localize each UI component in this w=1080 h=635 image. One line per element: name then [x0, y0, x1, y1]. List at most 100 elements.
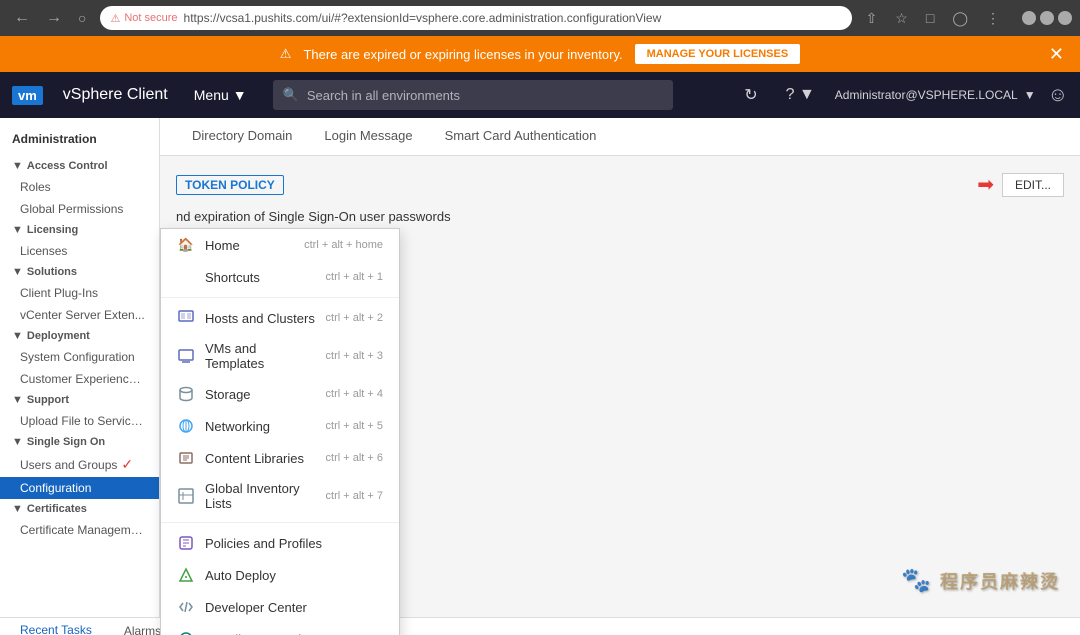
menu-item-networking[interactable]: Networking ctrl + alt + 5	[161, 410, 399, 442]
menu-chevron: ▼	[233, 87, 247, 103]
home-icon: 🏠	[177, 236, 195, 254]
password-desc: nd expiration of Single Sign-On user pas…	[176, 209, 1064, 224]
hosts-icon	[177, 309, 195, 327]
menu-item-policies[interactable]: Policies and Profiles	[161, 527, 399, 559]
sidebar-group-title-support[interactable]: ▼ Support	[0, 390, 159, 410]
triangle-icon-deployment: ▼	[12, 330, 23, 342]
search-bar[interactable]: 🔍	[273, 80, 673, 110]
sidebar-group-support: ▼ Support Upload File to Service...	[0, 390, 159, 432]
triangle-icon-sso: ▼	[12, 436, 23, 448]
sidebar-top-title: Administration	[0, 126, 159, 148]
sidebar-item-roles[interactable]: Roles	[0, 176, 159, 198]
menu-item-home[interactable]: 🏠 Home ctrl + alt + home	[161, 229, 399, 261]
warning-icon: ⚠	[110, 12, 120, 25]
sidebar-group-licensing: ▼ Licensing Licenses	[0, 220, 159, 262]
sidebar-item-cert-mgmt[interactable]: Certificate Manageme...	[0, 519, 159, 541]
sidebar-group-sso: ▼ Single Sign On Users and Groups ✓ Conf…	[0, 432, 159, 499]
users-groups-arrow: ✓	[121, 456, 133, 473]
menu-item-global-inventory[interactable]: Global Inventory Lists ctrl + alt + 7	[161, 474, 399, 518]
app-container: ← → ○ ⚠ Not secure https://vcsa1.pushits…	[0, 0, 1080, 635]
menu-item-developer[interactable]: Developer Center	[161, 591, 399, 623]
tab-smart-card[interactable]: Smart Card Authentication	[429, 118, 613, 155]
menu-item-home-label: Home	[205, 238, 294, 253]
menu-item-vms-shortcut: ctrl + alt + 3	[326, 350, 383, 362]
maximize-button[interactable]	[1040, 11, 1054, 25]
sidebar-item-users-groups[interactable]: Users and Groups ✓	[0, 452, 159, 477]
menu-label: Menu	[194, 87, 229, 103]
tab-login-message[interactable]: Login Message	[308, 118, 428, 155]
sidebar-item-configuration[interactable]: Configuration	[0, 477, 159, 499]
sidebar-item-upload-file[interactable]: Upload File to Service...	[0, 410, 159, 432]
menu-item-vrealize[interactable]: vRealize Operations	[161, 623, 399, 635]
content-tabs: Directory Domain Login Message Smart Car…	[160, 118, 1080, 156]
developer-icon	[177, 598, 195, 616]
app-title: vSphere Client	[63, 86, 168, 104]
sidebar-item-global-permissions[interactable]: Global Permissions	[0, 198, 159, 220]
menu-item-auto-deploy-label: Auto Deploy	[205, 568, 383, 583]
header-actions: ↻ ? ▼ Administrator@VSPHERE.LOCAL ▼ ☺	[736, 81, 1068, 109]
menu-item-developer-label: Developer Center	[205, 600, 383, 615]
shortcuts-icon	[177, 268, 195, 286]
content-icon	[177, 449, 195, 467]
menu-button[interactable]: Menu ▼	[184, 81, 257, 109]
manage-licenses-button[interactable]: MANAGE YOUR LICENSES	[635, 44, 801, 64]
back-button[interactable]: ←	[8, 7, 36, 29]
sidebar-group-title-licensing[interactable]: ▼ Licensing	[0, 220, 159, 240]
close-button[interactable]	[1058, 11, 1072, 25]
sidebar-item-licenses[interactable]: Licenses	[0, 240, 159, 262]
sidebar-group-title-solutions[interactable]: ▼ Solutions	[0, 262, 159, 282]
menu-item-auto-deploy[interactable]: Auto Deploy	[161, 559, 399, 591]
share-button[interactable]: ⇧	[860, 8, 884, 29]
menu-item-networking-shortcut: ctrl + alt + 5	[326, 420, 383, 432]
refresh-button[interactable]: ↻	[736, 81, 765, 109]
window-controls	[1022, 11, 1072, 25]
policies-icon	[177, 534, 195, 552]
menu-dropdown: 🏠 Home ctrl + alt + home Shortcuts ctrl …	[160, 228, 400, 635]
help-button[interactable]: ? ▼	[778, 82, 823, 108]
banner-warning-icon: ⚠	[280, 46, 292, 62]
forward-button[interactable]: →	[40, 7, 68, 29]
sidebar-group-title-access-control[interactable]: ▼ Access Control	[0, 156, 159, 176]
profile-button[interactable]: ◯	[946, 8, 974, 29]
triangle-icon-solutions: ▼	[12, 266, 23, 278]
sidebar-administration-section: Administration	[0, 118, 159, 156]
menu-item-content-label: Content Libraries	[205, 451, 316, 466]
minimize-button[interactable]	[1022, 11, 1036, 25]
triangle-icon-certs: ▼	[12, 503, 23, 515]
sidebar: Administration ▼ Access Control Roles Gl…	[0, 118, 160, 617]
edit-button[interactable]: EDIT...	[1002, 173, 1064, 197]
user-chevron: ▼	[1024, 88, 1036, 102]
tab-directory-domain[interactable]: Directory Domain	[176, 118, 308, 155]
banner-close-button[interactable]: ✕	[1049, 44, 1064, 65]
sidebar-item-vcenter-server[interactable]: vCenter Server Exten...	[0, 304, 159, 326]
menu-item-policies-label: Policies and Profiles	[205, 536, 383, 551]
menu-item-hosts-clusters[interactable]: Hosts and Clusters ctrl + alt + 2	[161, 302, 399, 334]
sidebar-group-title-certificates[interactable]: ▼ Certificates	[0, 499, 159, 519]
sidebar-item-client-plugins[interactable]: Client Plug-Ins	[0, 282, 159, 304]
user-button[interactable]: Administrator@VSPHERE.LOCAL ▼	[835, 88, 1036, 102]
sidebar-group-title-sso[interactable]: ▼ Single Sign On	[0, 432, 159, 452]
menu-item-shortcuts[interactable]: Shortcuts ctrl + alt + 1	[161, 261, 399, 293]
menu-item-shortcuts-label: Shortcuts	[205, 270, 316, 285]
menu-item-global-label: Global Inventory Lists	[205, 481, 316, 511]
menu-item-vrealize-label: vRealize Operations	[205, 632, 383, 635]
sidebar-item-customer-experience[interactable]: Customer Experience ...	[0, 368, 159, 390]
user-label: Administrator@VSPHERE.LOCAL	[835, 88, 1018, 102]
search-input[interactable]	[307, 88, 663, 103]
main-layout: Administration ▼ Access Control Roles Gl…	[0, 118, 1080, 617]
menu-item-vms-templates[interactable]: VMs and Templates ctrl + alt + 3	[161, 334, 399, 378]
menu-item-content-libraries[interactable]: Content Libraries ctrl + alt + 6	[161, 442, 399, 474]
menu-item-storage[interactable]: Storage ctrl + alt + 4	[161, 378, 399, 410]
star-button[interactable]: ☆	[889, 8, 914, 29]
address-bar[interactable]: ⚠ Not secure https://vcsa1.pushits.com/u…	[100, 6, 851, 30]
menu-item-vms-label: VMs and Templates	[205, 341, 316, 371]
vms-icon	[177, 347, 195, 365]
extensions-button[interactable]: □	[920, 8, 940, 28]
sidebar-group-title-deployment[interactable]: ▼ Deployment	[0, 326, 159, 346]
global-icon	[177, 487, 195, 505]
vrealize-icon	[177, 630, 195, 635]
more-button[interactable]: ⋮	[980, 8, 1006, 29]
reload-button[interactable]: ○	[72, 8, 92, 28]
task-tab-recent[interactable]: Recent Tasks	[12, 623, 100, 635]
sidebar-item-system-config[interactable]: System Configuration	[0, 346, 159, 368]
